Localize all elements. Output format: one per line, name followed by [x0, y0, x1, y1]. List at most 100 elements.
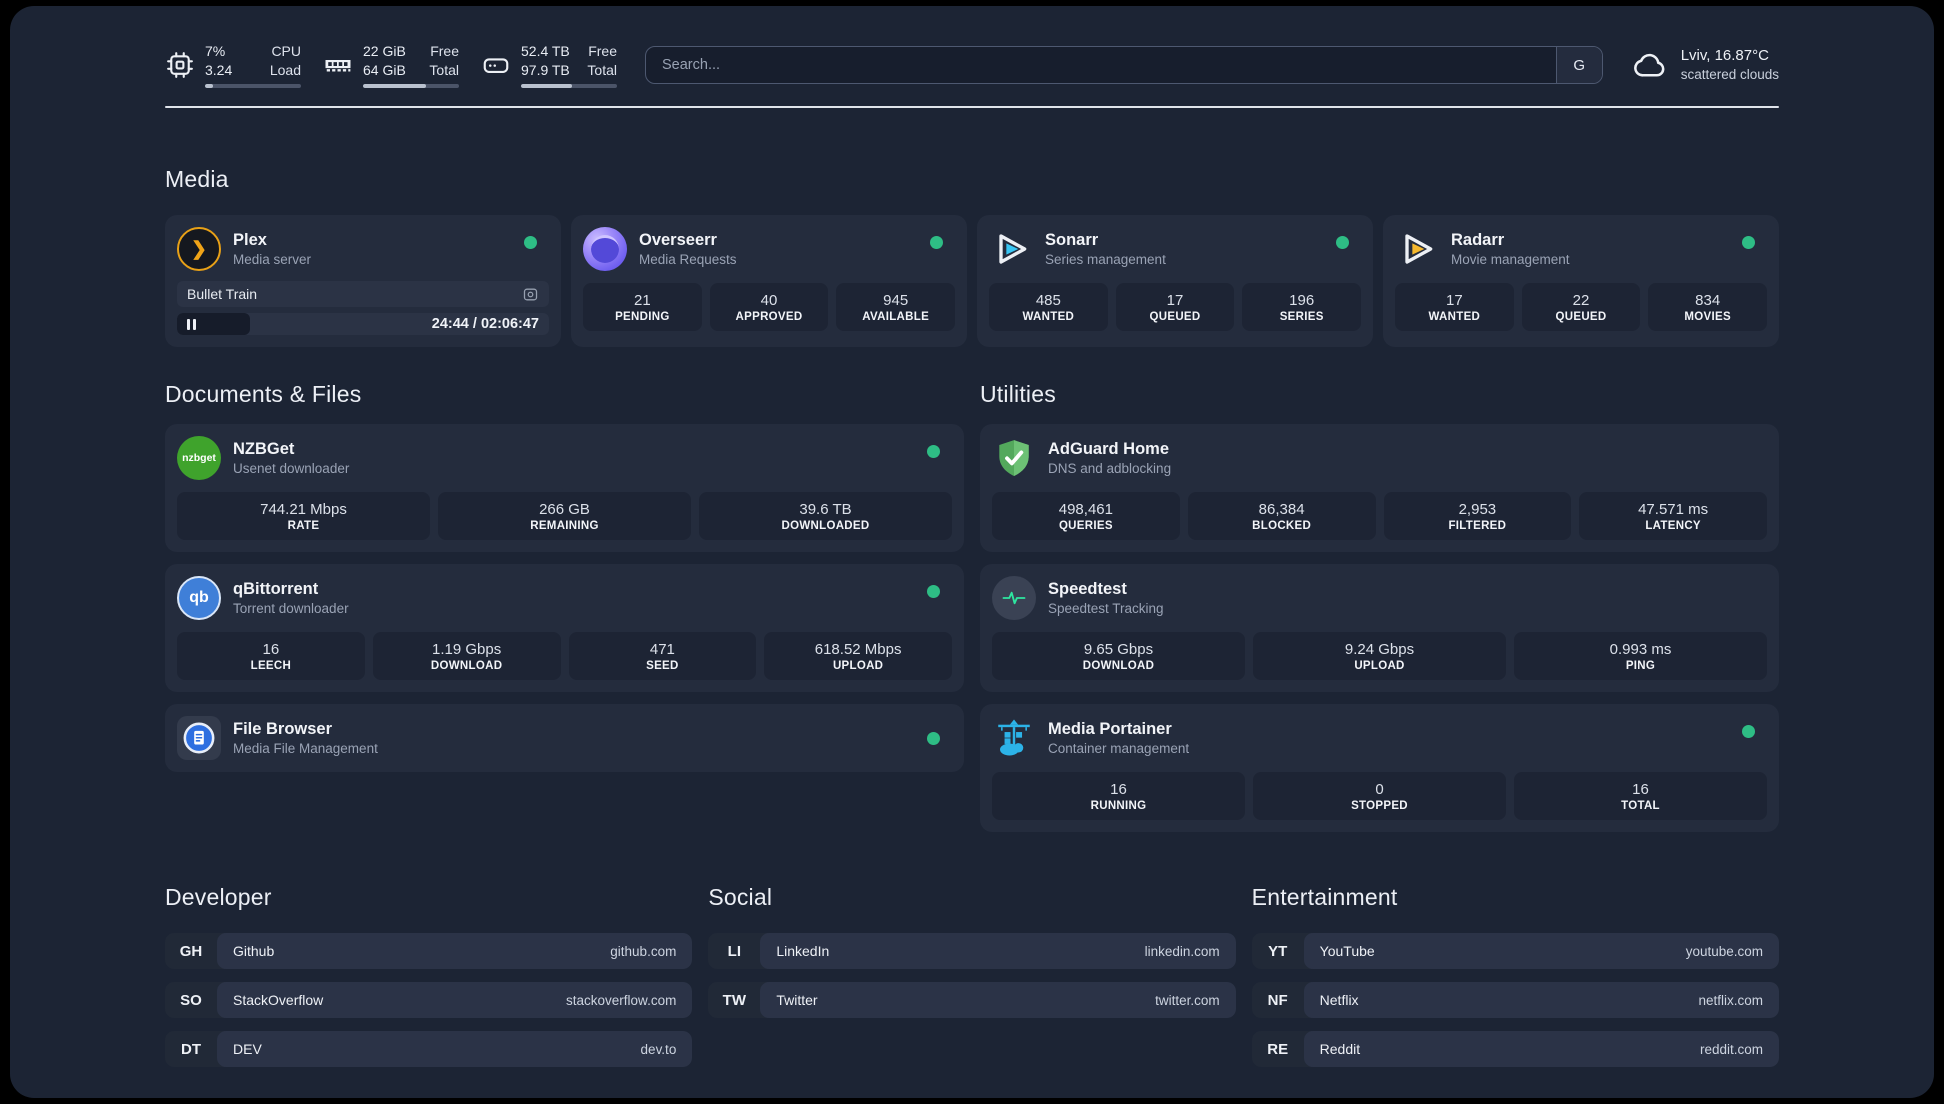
link-name: LinkedIn — [776, 943, 830, 959]
status-dot — [1336, 236, 1349, 249]
memory-free-label: Free — [430, 43, 459, 59]
app-name: Plex — [233, 231, 267, 249]
app-card-overseerr[interactable]: Overseerr Media Requests 21 PENDING 40 APP… — [571, 215, 967, 347]
link-url: netflix.com — [1698, 992, 1763, 1008]
weather-widget: Lviv, 16.87°C scattered clouds — [1631, 46, 1779, 84]
link-abbr: SO — [180, 991, 202, 1009]
stat-label: DOWNLOADED — [781, 519, 870, 532]
link-bar: YouTube youtube.com — [1303, 933, 1779, 969]
load-label: Load — [269, 62, 301, 78]
link-reddit[interactable]: RE Reddit reddit.com — [1251, 1031, 1779, 1067]
stat-value: 22 — [1572, 291, 1590, 309]
stat-box: 17 WANTED — [1395, 283, 1514, 331]
app-card-sonarr[interactable]: Sonarr Series management 485 WANTED 17 QUE… — [977, 215, 1373, 347]
weather-condition: scattered clouds — [1680, 67, 1779, 82]
link-twitter[interactable]: TW Twitter twitter.com — [708, 982, 1236, 1018]
section-documents: Documents & Files nzbget NZBGet Usenet d… — [165, 381, 964, 832]
app-card-adguard[interactable]: AdGuard Home DNS and adblocking 498,461 Q… — [980, 424, 1779, 552]
link-name: DEV — [233, 1041, 262, 1057]
stat-label: PING — [1625, 659, 1656, 672]
stat-box: 196 SERIES — [1242, 283, 1362, 331]
link-url: twitter.com — [1155, 992, 1220, 1008]
app-name: Media Portainer — [1048, 720, 1172, 738]
app-card-radarr[interactable]: Radarr Movie management 17 WANTED 22 QUEUE… — [1383, 215, 1779, 347]
stat-label: SERIES — [1279, 310, 1324, 323]
stat-label: STOPPED — [1351, 799, 1408, 812]
stat-value: 86,384 — [1258, 500, 1305, 518]
stat-value: 9.65 Gbps — [1083, 640, 1154, 658]
disk-total-label: Total — [587, 62, 617, 78]
app-name: NZBGet — [233, 440, 295, 458]
disk-free-value: 52.4 TB — [521, 43, 570, 59]
app-card-plex[interactable]: ❯ Plex Media server Bullet Train 24:44 /… — [165, 215, 561, 347]
app-card-qbittorrent[interactable]: qb qBittorrent Torrent downloader 16 LEEC… — [165, 564, 964, 692]
disk-icon — [483, 58, 509, 73]
stat-label: UPLOAD — [832, 659, 884, 672]
search-provider-button[interactable]: G — [1555, 47, 1602, 83]
search-input[interactable] — [646, 47, 1556, 83]
link-bar: DEV dev.to — [217, 1031, 693, 1067]
link-bar: LinkedIn linkedin.com — [760, 933, 1236, 969]
stat-box: 498,461 QUERIES — [992, 492, 1180, 540]
app-name: qBittorrent — [233, 580, 319, 598]
link-linkedin[interactable]: LI LinkedIn linkedin.com — [708, 933, 1236, 969]
memory-total-label: Total — [429, 62, 459, 78]
top-bar: 7% 3.24 CPU Load 22 GiB 64 GiB Free Tota… — [165, 6, 1779, 88]
sonarr-icon — [989, 227, 1033, 271]
cpu-usage-value: 7% — [205, 43, 226, 59]
now-playing-session-icon — [523, 288, 538, 300]
status-dot — [927, 585, 940, 598]
stat-label: WANTED — [1428, 310, 1481, 323]
app-card-filebrowser[interactable]: File Browser Media File Management — [165, 704, 964, 772]
now-playing-progress: 24:44 / 02:06:47 — [177, 313, 549, 335]
section-social: Social LI LinkedIn linkedin.com TW Twitt… — [708, 884, 1236, 1067]
stat-value: 485 — [1035, 291, 1061, 309]
link-github[interactable]: GH Github github.com — [165, 933, 693, 969]
stat-box: 266 GB REMAINING — [438, 492, 691, 540]
link-name: Netflix — [1319, 992, 1359, 1008]
search-bar: G — [645, 46, 1603, 84]
stat-label: REMAINING — [530, 519, 599, 532]
app-subtitle: Torrent downloader — [233, 601, 349, 616]
link-stackoverflow[interactable]: SO StackOverflow stackoverflow.com — [165, 982, 693, 1018]
link-dev[interactable]: DT DEV dev.to — [165, 1031, 693, 1067]
link-name: StackOverflow — [233, 992, 324, 1008]
cpu-widget: 7% 3.24 CPU Load — [165, 42, 301, 88]
adguard-icon — [992, 436, 1036, 480]
speedtest-icon — [992, 576, 1036, 620]
memory-free-value: 22 GiB — [363, 43, 406, 59]
stat-label: PENDING — [615, 310, 670, 323]
stat-box: 86,384 BLOCKED — [1187, 492, 1376, 540]
section-title-social: Social — [708, 884, 773, 910]
link-youtube[interactable]: YT YouTube youtube.com — [1251, 933, 1779, 969]
app-card-portainer[interactable]: Media Portainer Container management 16 R… — [980, 704, 1779, 832]
stat-label: LATENCY — [1645, 519, 1701, 532]
stat-label: QUERIES — [1058, 519, 1113, 532]
stat-box: 47.571 ms LATENCY — [1579, 492, 1767, 540]
stat-value: 16 — [1632, 780, 1649, 798]
plex-icon: ❯ — [177, 227, 221, 271]
section-media: Media ❯ Plex Media server Bullet Train 2… — [165, 166, 1779, 347]
stat-box: 16 LEECH — [177, 632, 365, 680]
app-subtitle: Media Requests — [639, 252, 737, 267]
stat-label: LEECH — [250, 659, 292, 672]
stat-label: QUEUED — [1555, 310, 1607, 323]
app-card-speedtest[interactable]: Speedtest Speedtest Tracking 9.65 Gbps DO… — [980, 564, 1779, 692]
link-bar: Twitter twitter.com — [760, 982, 1236, 1018]
qbittorrent-icon: qb — [177, 576, 221, 620]
stat-label: RATE — [287, 519, 320, 532]
status-dot — [927, 731, 940, 745]
link-netflix[interactable]: NF Netflix netflix.com — [1251, 982, 1779, 1018]
stat-box: 17 QUEUED — [1115, 283, 1235, 331]
stat-value: 266 GB — [539, 500, 590, 518]
app-card-nzbget[interactable]: nzbget NZBGet Usenet downloader 744.21 M… — [165, 424, 964, 552]
app-subtitle: Series management — [1045, 252, 1166, 267]
stat-value: 40 — [760, 291, 778, 309]
stat-box: 834 MOVIES — [1648, 283, 1768, 331]
section-entertainment: Entertainment YT YouTube youtube.com NF … — [1251, 884, 1779, 1067]
app-subtitle: Usenet downloader — [233, 461, 350, 476]
stat-value: 618.52 Mbps — [814, 640, 902, 658]
section-developer: Developer GH Github github.com SO StackO… — [165, 884, 693, 1067]
stat-value: 1.19 Gbps — [432, 640, 502, 658]
link-name: Reddit — [1319, 1041, 1361, 1057]
